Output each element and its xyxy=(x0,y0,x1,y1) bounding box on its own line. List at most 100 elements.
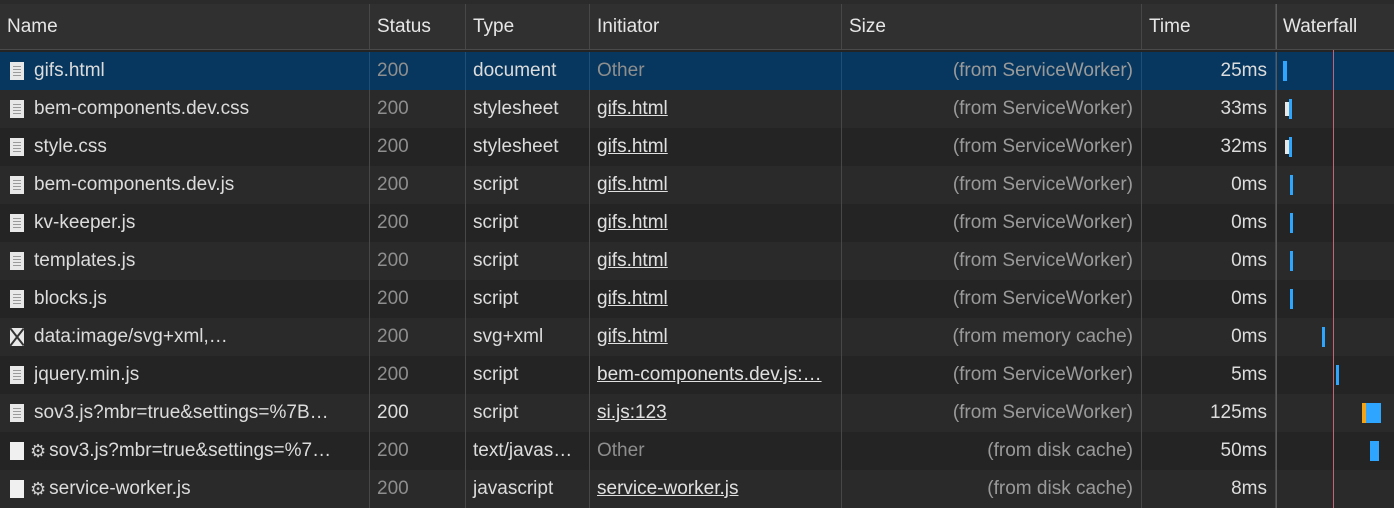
waterfall-bar xyxy=(1290,175,1294,195)
cell-type: script xyxy=(466,242,590,280)
table-row[interactable]: templates.js 200 script gifs.html (from Serv… xyxy=(0,242,1394,280)
table-row[interactable]: ⚙ sov3.js?mbr=true&settings=%7… 200 text/ja… xyxy=(0,432,1394,470)
initiator-link[interactable]: service-worker.js xyxy=(597,478,738,500)
cell-waterfall[interactable] xyxy=(1276,432,1394,470)
time-unit: ms xyxy=(1241,288,1267,309)
initiator-link[interactable]: bem-components.dev.js:… xyxy=(597,364,822,386)
cell-waterfall[interactable] xyxy=(1276,318,1394,356)
cell-size: (from ServiceWorker) xyxy=(842,394,1142,432)
document-icon xyxy=(10,62,24,80)
cell-name[interactable]: gifs.html xyxy=(0,52,370,90)
initiator-link[interactable]: gifs.html xyxy=(597,326,668,348)
cell-size: (from ServiceWorker) xyxy=(842,52,1142,90)
cell-waterfall[interactable] xyxy=(1276,394,1394,432)
document-icon xyxy=(10,100,24,118)
cell-name[interactable]: ⚙ service-worker.js xyxy=(0,470,370,508)
initiator-link[interactable]: gifs.html xyxy=(597,98,668,120)
cell-type: script xyxy=(466,356,590,394)
cell-time: 0 ms xyxy=(1142,318,1276,356)
time-value: 32 xyxy=(1220,136,1242,157)
initiator-link[interactable]: gifs.html xyxy=(597,136,668,158)
waterfall-bar xyxy=(1290,213,1294,233)
column-header-status[interactable]: Status xyxy=(370,4,466,49)
time-unit: ms xyxy=(1241,402,1267,423)
cell-waterfall[interactable] xyxy=(1276,356,1394,394)
column-header-waterfall[interactable]: Waterfall xyxy=(1276,4,1394,49)
request-name: kv-keeper.js xyxy=(34,212,136,233)
cell-type: text/javas… xyxy=(466,432,590,470)
cell-name[interactable]: bem-components.dev.css xyxy=(0,90,370,128)
table-row[interactable]: data:image/svg+xml,… 200 svg+xml gifs.html (… xyxy=(0,318,1394,356)
initiator-link[interactable]: gifs.html xyxy=(597,250,668,272)
column-header-name[interactable]: Name xyxy=(0,4,370,49)
table-row[interactable]: bem-components.dev.js 200 script gifs.html (… xyxy=(0,166,1394,204)
time-unit: ms xyxy=(1241,60,1267,81)
request-name: gifs.html xyxy=(34,60,105,81)
cell-name[interactable]: kv-keeper.js xyxy=(0,204,370,242)
initiator-text: Other xyxy=(597,60,645,81)
table-row[interactable]: blocks.js 200 script gifs.html (from Service… xyxy=(0,280,1394,318)
column-header-type[interactable]: Type xyxy=(466,4,590,49)
cell-status: 200 xyxy=(370,128,466,166)
cell-name[interactable]: sov3.js?mbr=true&settings=%7B… xyxy=(0,394,370,432)
table-row[interactable]: style.css 200 stylesheet gifs.html (from Ser… xyxy=(0,128,1394,166)
cell-waterfall[interactable] xyxy=(1276,204,1394,242)
column-header-time[interactable]: Time xyxy=(1142,4,1276,49)
cell-name[interactable]: bem-components.dev.js xyxy=(0,166,370,204)
column-header-initiator[interactable]: Initiator xyxy=(590,4,842,49)
initiator-link[interactable]: gifs.html xyxy=(597,174,668,196)
cell-status: 200 xyxy=(370,166,466,204)
initiator-link[interactable]: gifs.html xyxy=(597,212,668,234)
cell-waterfall[interactable] xyxy=(1276,90,1394,128)
initiator-link[interactable]: gifs.html xyxy=(597,288,668,310)
cell-status: 200 xyxy=(370,394,466,432)
waterfall-track xyxy=(1277,90,1394,128)
cell-waterfall[interactable] xyxy=(1276,280,1394,318)
cell-name[interactable]: style.css xyxy=(0,128,370,166)
cell-waterfall[interactable] xyxy=(1276,52,1394,90)
cell-time: 33 ms xyxy=(1142,90,1276,128)
cell-name[interactable]: templates.js xyxy=(0,242,370,280)
request-name: sov3.js?mbr=true&settings=%7B… xyxy=(34,402,329,423)
table-row[interactable]: kv-keeper.js 200 script gifs.html (from Serv… xyxy=(0,204,1394,242)
cell-time: 125 ms xyxy=(1142,394,1276,432)
table-row[interactable]: sov3.js?mbr=true&settings=%7B… 200 script s… xyxy=(0,394,1394,432)
cell-waterfall[interactable] xyxy=(1276,166,1394,204)
document-icon xyxy=(10,290,24,308)
cell-name[interactable]: blocks.js xyxy=(0,280,370,318)
cell-initiator: bem-components.dev.js:… xyxy=(590,356,842,394)
cell-type: stylesheet xyxy=(466,128,590,166)
initiator-link[interactable]: si.js:123 xyxy=(597,402,667,424)
cell-initiator: Other xyxy=(590,52,842,90)
request-name: jquery.min.js xyxy=(34,364,140,385)
table-row[interactable]: bem-components.dev.css 200 stylesheet gifs.… xyxy=(0,90,1394,128)
column-header-size[interactable]: Size xyxy=(842,4,1142,49)
table-row[interactable]: jquery.min.js 200 script bem-components.dev… xyxy=(0,356,1394,394)
cell-size: (from ServiceWorker) xyxy=(842,280,1142,318)
request-name: data:image/svg+xml,… xyxy=(34,326,228,347)
cell-status: 200 xyxy=(370,318,466,356)
cell-time: 0 ms xyxy=(1142,280,1276,318)
image-icon xyxy=(10,328,24,346)
table-row[interactable]: ⚙ service-worker.js 200 javascript service-w… xyxy=(0,470,1394,508)
cell-type: script xyxy=(466,280,590,318)
cell-initiator: gifs.html xyxy=(590,166,842,204)
time-value: 0 xyxy=(1231,326,1242,347)
cell-name[interactable]: data:image/svg+xml,… xyxy=(0,318,370,356)
document-icon xyxy=(10,366,24,384)
cell-size: (from ServiceWorker) xyxy=(842,204,1142,242)
time-unit: ms xyxy=(1241,174,1267,195)
time-value: 33 xyxy=(1220,98,1242,119)
cell-time: 8 ms xyxy=(1142,470,1276,508)
cell-waterfall[interactable] xyxy=(1276,128,1394,166)
cell-name[interactable]: ⚙ sov3.js?mbr=true&settings=%7… xyxy=(0,432,370,470)
cell-name[interactable]: jquery.min.js xyxy=(0,356,370,394)
document-icon xyxy=(10,214,24,232)
time-unit: ms xyxy=(1241,326,1267,347)
cell-waterfall[interactable] xyxy=(1276,242,1394,280)
time-value: 8 xyxy=(1231,478,1242,499)
table-row[interactable]: gifs.html 200 document Other (from ServiceWo… xyxy=(0,52,1394,90)
waterfall-bar xyxy=(1290,289,1294,309)
cell-status: 200 xyxy=(370,280,466,318)
cell-waterfall[interactable] xyxy=(1276,470,1394,508)
